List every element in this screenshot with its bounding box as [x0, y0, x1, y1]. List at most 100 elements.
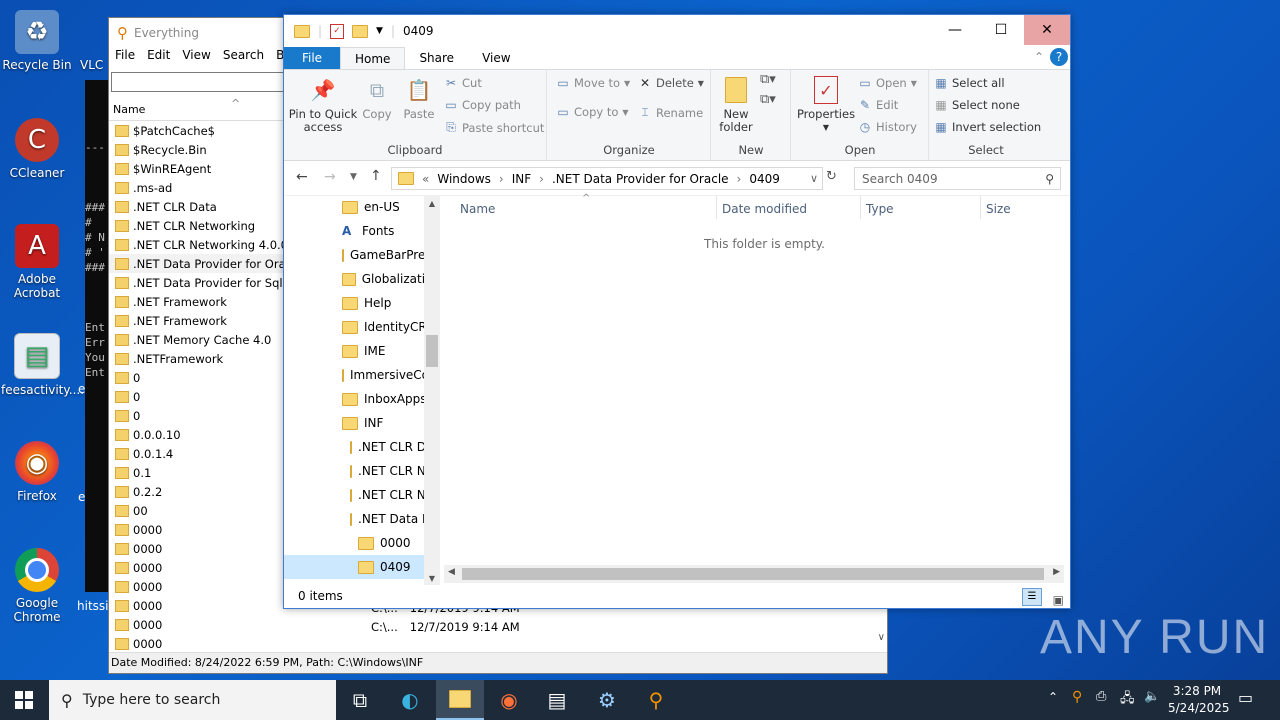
new-folder-quick-icon[interactable]	[352, 24, 369, 38]
taskbar-everything[interactable]: ⚲	[632, 680, 680, 720]
copy-button[interactable]: ⧉ Copy	[360, 76, 394, 121]
desktop-icon-recycle-bin[interactable]: ♻ Recycle Bin	[1, 10, 73, 72]
pin-quick-access-button[interactable]: 📌 Pin to Quick access	[288, 76, 358, 134]
address-overflow[interactable]: «	[422, 172, 429, 186]
desktop-icon-adobe-acrobat[interactable]: A Adobe Acrobat	[1, 224, 73, 300]
cut-button[interactable]: ✂ Cut	[444, 76, 482, 90]
everything-tray-icon[interactable]: ⚲	[1072, 689, 1082, 705]
move-to-button[interactable]: ▭ Move to ▼	[556, 76, 630, 90]
taskbar-file-explorer[interactable]	[436, 680, 484, 720]
nav-tree-item[interactable]: .NET CLR Data	[284, 435, 440, 459]
column-size[interactable]: Size	[986, 202, 1011, 216]
menu-file[interactable]: File	[115, 48, 143, 68]
list-item[interactable]: 0.0.1.4	[109, 444, 289, 463]
taskbar-app-settings[interactable]: ⚙	[583, 680, 631, 720]
column-header-name[interactable]: Name ^	[109, 97, 291, 121]
list-item[interactable]: .NET CLR Networking 4.0.0.0	[109, 235, 289, 254]
list-item[interactable]: 0000	[109, 520, 289, 539]
tab-view[interactable]: View	[468, 47, 524, 69]
refresh-icon[interactable]: ↻	[826, 169, 837, 184]
delete-button[interactable]: ✕ Delete ▼	[638, 76, 704, 90]
nav-tree-item[interactable]: GameBarPresenceWriter	[284, 243, 440, 267]
desktop-icon-feesactivity[interactable]: ▤ feesactivity....	[1, 333, 84, 397]
list-item[interactable]: 0.1	[109, 463, 289, 482]
up-arrow-icon[interactable]: ↑	[370, 168, 382, 184]
clock[interactable]: 3:28 PM 5/24/2025	[1168, 683, 1230, 717]
list-item[interactable]: 0000	[109, 596, 289, 615]
properties-button[interactable]: ✓ Properties ▼	[796, 76, 856, 134]
list-item[interactable]: .NET Framework	[109, 292, 289, 311]
nav-tree-item[interactable]: IdentityCRL	[284, 315, 440, 339]
new-item-icon[interactable]: ⧉▾	[760, 72, 776, 87]
list-item[interactable]: 0.2.2	[109, 482, 289, 501]
nav-tree-item[interactable]: A Fonts	[284, 219, 440, 243]
list-item[interactable]: 0000	[109, 539, 289, 558]
history-button[interactable]: ◷ History	[858, 120, 917, 134]
desktop-icon-ccleaner[interactable]: C CCleaner	[1, 118, 73, 180]
scroll-right-icon[interactable]: ▶	[1053, 567, 1060, 577]
everything-search-input[interactable]	[111, 72, 293, 92]
address-dropdown-icon[interactable]: ∨	[810, 172, 818, 185]
nav-tree-item[interactable]: .NET Data Provider for Oracle	[284, 507, 440, 531]
list-item[interactable]: .NET CLR Networking	[109, 216, 289, 235]
tab-share[interactable]: Share	[405, 47, 468, 69]
list-item[interactable]: 0000	[109, 634, 289, 653]
search-input[interactable]: Search 0409 ⚲	[854, 167, 1061, 190]
breadcrumb-windows[interactable]: Windows	[437, 172, 491, 186]
nav-pane-scrollbar[interactable]: ▲ ▼	[424, 195, 440, 585]
list-item[interactable]: .NETFramework	[109, 349, 289, 368]
breadcrumb-inf[interactable]: INF	[512, 172, 531, 186]
forward-arrow-icon[interactable]: →	[324, 169, 336, 185]
collapse-ribbon-icon[interactable]: ⌃	[1034, 50, 1044, 64]
menu-view[interactable]: View	[182, 48, 218, 68]
column-name[interactable]: Name	[460, 202, 495, 216]
nav-tree-item[interactable]: InboxApps	[284, 387, 440, 411]
list-item[interactable]: 0	[109, 406, 289, 425]
column-date-modified[interactable]: Date modified	[722, 202, 807, 216]
paste-button[interactable]: 📋 Paste	[400, 76, 438, 121]
horizontal-scrollbar[interactable]: ◀ ▶	[444, 565, 1064, 583]
chevron-down-icon[interactable]: ▼	[376, 26, 383, 36]
edit-button[interactable]: ✎ Edit	[858, 98, 898, 112]
breadcrumb-0409[interactable]: 0409	[749, 172, 780, 186]
notifications-icon[interactable]: ▭	[1238, 688, 1253, 707]
list-item[interactable]: $WinREAgent	[109, 159, 289, 178]
task-view-button[interactable]: ⧉	[336, 680, 384, 720]
tab-home[interactable]: Home	[340, 47, 406, 69]
open-button[interactable]: ▭ Open ▼	[858, 76, 917, 90]
help-icon[interactable]: ?	[1050, 48, 1068, 66]
minimize-button[interactable]: —	[932, 15, 978, 45]
menu-edit[interactable]: Edit	[147, 48, 178, 68]
nav-tree-item[interactable]: en-US	[284, 195, 440, 219]
list-item[interactable]: .NET Memory Cache 4.0	[109, 330, 289, 349]
list-item[interactable]: 0000	[109, 558, 289, 577]
details-view-icon[interactable]: ☰	[1022, 588, 1042, 606]
taskbar-search-box[interactable]: ⚲ Type here to search	[49, 680, 336, 720]
copy-path-button[interactable]: ▭ Copy path	[444, 98, 521, 112]
column-divider[interactable]	[860, 195, 861, 219]
properties-check-icon[interactable]: ✓	[330, 23, 345, 39]
nav-tree-item[interactable]: IME	[284, 339, 440, 363]
list-item[interactable]: 0	[109, 387, 289, 406]
list-item[interactable]: $Recycle.Bin	[109, 140, 289, 159]
start-button[interactable]	[0, 680, 48, 720]
explorer-window[interactable]: | ✓ ▼ | 0409 — ☐ ✕ File Home Share View …	[283, 14, 1071, 609]
close-button[interactable]: ✕	[1024, 15, 1070, 45]
breadcrumb-net-data-provider[interactable]: .NET Data Provider for Oracle	[552, 172, 729, 186]
column-divider[interactable]	[716, 195, 717, 219]
nav-tree-item[interactable]: .NET CLR Networking	[284, 459, 440, 483]
rename-button[interactable]: ⌶ Rename	[638, 105, 703, 120]
console-window[interactable]: --- ### # # N # ' ### Ent Err You Ent	[85, 80, 110, 592]
scroll-up-icon[interactable]: ▲	[424, 199, 440, 208]
new-folder-button[interactable]: New folder	[716, 76, 756, 134]
nav-tree-item[interactable]: INF	[284, 411, 440, 435]
scroll-thumb[interactable]	[462, 568, 1044, 580]
list-item[interactable]: .NET CLR Data	[109, 197, 289, 216]
scroll-left-icon[interactable]: ◀	[448, 567, 455, 577]
list-item[interactable]: 0000	[109, 577, 289, 596]
column-type[interactable]: Type	[866, 202, 894, 216]
nav-tree-item[interactable]: 0000	[284, 531, 440, 555]
large-icons-view-icon[interactable]: ▣	[1053, 588, 1064, 612]
list-item[interactable]: 00	[109, 501, 289, 520]
desktop-icon-chrome[interactable]: Google Chrome	[1, 548, 73, 624]
